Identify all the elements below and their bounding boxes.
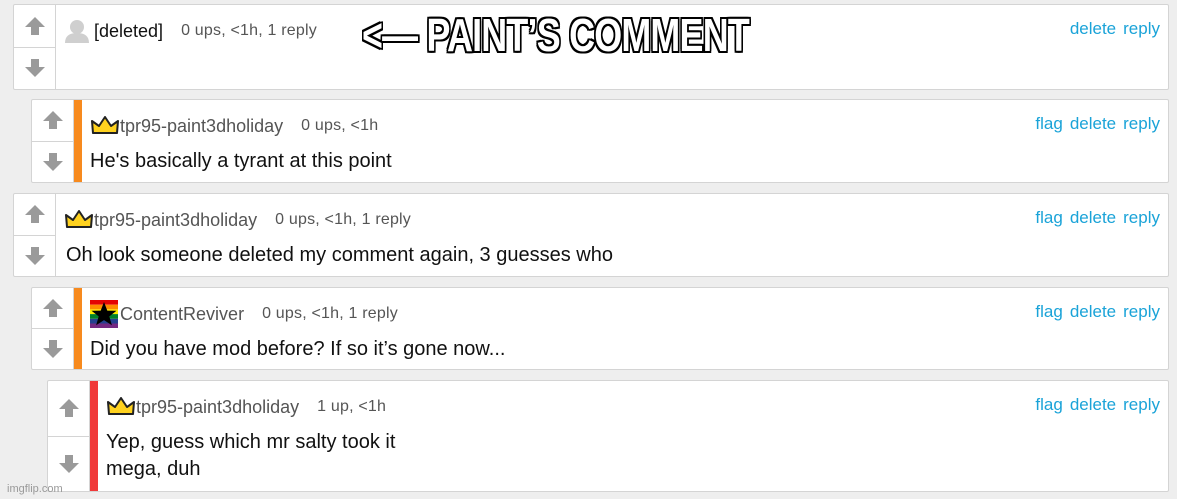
comment-text: He's basically a tyrant at this point [90, 150, 392, 172]
delete-link[interactable]: delete [1070, 208, 1116, 227]
comment-actions: delete reply [1063, 19, 1160, 39]
arrow-up-icon [42, 109, 64, 131]
reply-link[interactable]: reply [1123, 395, 1160, 414]
comment-actions: flag delete reply [1028, 302, 1160, 322]
comment-meta: 0 ups, <1h, 1 reply [262, 305, 398, 322]
comment-text-line: mega, duh [106, 458, 201, 480]
vote-column [14, 194, 56, 276]
thread-bar-red [90, 381, 98, 491]
comment-text: Did you have mod before? If so it’s gone… [90, 338, 506, 360]
arrow-up-icon [24, 15, 46, 37]
arrow-up-icon [58, 397, 80, 419]
rainbow-star-icon [90, 300, 120, 328]
downvote-button[interactable] [32, 140, 73, 183]
upvote-button[interactable] [14, 194, 55, 235]
comment: tpr95-paint3dholiday 0 ups, <1h flag dele… [31, 99, 1169, 183]
username[interactable]: tpr95-paint3dholiday [120, 116, 283, 137]
comment-meta: 0 ups, <1h [301, 117, 379, 134]
upvote-button[interactable] [32, 100, 73, 141]
downvote-button[interactable] [14, 46, 55, 90]
comment-meta: 0 ups, <1h, 1 reply [275, 211, 412, 228]
username[interactable]: ContentReviver [120, 304, 244, 325]
comment-text: Yep, guess which mr salty took it mega, … [106, 429, 395, 483]
crown-icon [106, 395, 136, 419]
downvote-button[interactable] [32, 328, 73, 369]
comment-text-line: Yep, guess which mr salty took it [106, 431, 396, 453]
flag-link[interactable]: flag [1035, 208, 1062, 227]
comment: ContentReviver 0 ups, <1h, 1 reply flag d… [31, 287, 1169, 370]
comment: tpr95-paint3dholiday 1 up, <1h flag delet… [47, 380, 1169, 492]
comment-actions: flag delete reply [1028, 208, 1160, 228]
username[interactable]: tpr95-paint3dholiday [94, 210, 257, 231]
flag-link[interactable]: flag [1035, 302, 1062, 321]
arrow-down-icon [24, 245, 46, 267]
comment-header: tpr95-paint3dholiday 0 ups, <1h, 1 reply [64, 208, 411, 232]
vote-column [14, 5, 56, 89]
arrow-up-icon [24, 203, 46, 225]
delete-link[interactable]: delete [1070, 302, 1116, 321]
delete-link[interactable]: delete [1070, 395, 1116, 414]
downvote-button[interactable] [14, 234, 55, 277]
delete-link[interactable]: delete [1070, 19, 1116, 38]
reply-link[interactable]: reply [1123, 208, 1160, 227]
username[interactable]: [deleted] [94, 21, 163, 42]
imgflip-watermark: imgflip.com [7, 483, 63, 495]
comment-header: ContentReviver 0 ups, <1h, 1 reply [90, 300, 398, 328]
default-avatar-icon [64, 19, 94, 43]
arrow-down-icon [58, 453, 80, 475]
reply-link[interactable]: reply [1123, 19, 1160, 38]
upvote-button[interactable] [14, 5, 55, 47]
vote-column [32, 288, 74, 369]
comment-header: tpr95-paint3dholiday 0 ups, <1h [90, 114, 378, 138]
flag-link[interactable]: flag [1035, 114, 1062, 133]
arrow-down-icon [24, 57, 46, 79]
comment-meta: 0 ups, <1h, 1 reply [181, 22, 317, 39]
arrow-up-icon [42, 297, 64, 319]
crown-icon [90, 114, 120, 138]
comment: tpr95-paint3dholiday 0 ups, <1h, 1 reply… [13, 193, 1169, 277]
crown-icon [64, 208, 94, 232]
comment-meta: 1 up, <1h [317, 398, 387, 415]
flag-link[interactable]: flag [1035, 395, 1062, 414]
delete-link[interactable]: delete [1070, 114, 1116, 133]
vote-column [32, 100, 74, 182]
reply-link[interactable]: reply [1123, 302, 1160, 321]
upvote-button[interactable] [48, 381, 89, 436]
arrow-down-icon [42, 338, 64, 360]
comment-header: [deleted] 0 ups, <1h, 1 reply [64, 19, 317, 43]
comment-actions: flag delete reply [1028, 395, 1160, 415]
comment-header: tpr95-paint3dholiday 1 up, <1h [106, 395, 386, 419]
thread-bar-orange [74, 288, 82, 369]
vote-column [48, 381, 90, 491]
thread-bar-orange [74, 100, 82, 182]
comment-text: Oh look someone deleted my comment again… [66, 244, 613, 266]
annotation-caption: <— PAINT’S COMMENT [362, 9, 750, 61]
username[interactable]: tpr95-paint3dholiday [136, 397, 299, 418]
reply-link[interactable]: reply [1123, 114, 1160, 133]
comment-actions: flag delete reply [1028, 114, 1160, 134]
arrow-down-icon [42, 151, 64, 173]
upvote-button[interactable] [32, 288, 73, 328]
